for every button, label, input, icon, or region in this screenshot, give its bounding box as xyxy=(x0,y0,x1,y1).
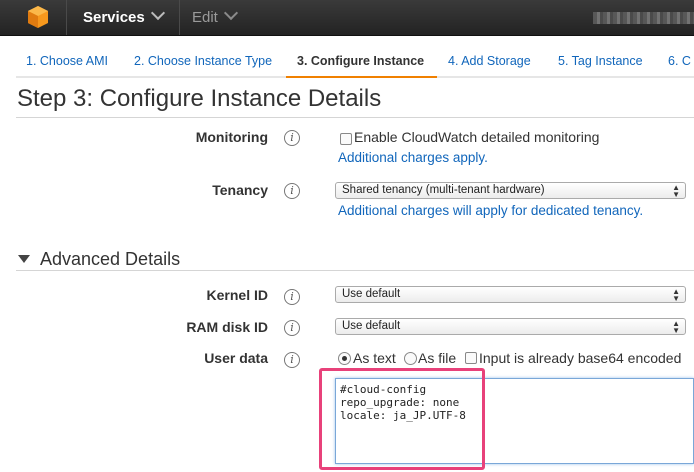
select-arrows-icon: ▲ ▼ xyxy=(672,319,680,335)
user-data-label: User data xyxy=(204,350,268,366)
kernel-id-label: Kernel ID xyxy=(206,287,268,303)
info-icon[interactable]: i xyxy=(284,320,300,336)
chevron-down-icon xyxy=(150,5,165,21)
tab-choose-instance-type[interactable]: 2. Choose Instance Type xyxy=(124,46,286,78)
kernel-id-select[interactable]: Use default ▲ ▼ xyxy=(335,286,686,303)
ram-disk-id-select[interactable]: Use default ▲ ▼ xyxy=(335,318,686,335)
advanced-details-toggle[interactable]: Advanced Details xyxy=(18,249,180,270)
select-arrows-icon: ▲ ▼ xyxy=(672,183,680,199)
account-name-redacted[interactable] xyxy=(593,12,694,24)
user-data-textarea[interactable]: #cloud-config repo_upgrade: none locale:… xyxy=(335,378,694,464)
kernel-id-selected-value: Use default xyxy=(342,288,401,300)
info-icon[interactable]: i xyxy=(284,183,300,199)
services-label: Services xyxy=(83,9,145,26)
tab-next-step[interactable]: 6. C xyxy=(658,46,694,78)
tab-tag-instance[interactable]: 5. Tag Instance xyxy=(547,46,658,78)
disclosure-triangle-icon xyxy=(18,255,30,263)
top-nav-bar: Services Edit xyxy=(0,0,694,36)
wizard-steps: 1. Choose AMI 2. Choose Instance Type 3.… xyxy=(0,46,694,78)
tab-add-storage[interactable]: 4. Add Storage xyxy=(437,46,548,78)
ram-disk-id-selected-value: Use default xyxy=(342,320,401,332)
services-menu[interactable]: Services xyxy=(83,5,165,26)
tab-configure-instance[interactable]: 3. Configure Instance xyxy=(286,46,439,78)
cloudwatch-monitoring-label: Enable CloudWatch detailed monitoring xyxy=(354,129,600,145)
tenancy-selected-value: Shared tenancy (multi-tenant hardware) xyxy=(342,184,545,196)
tenancy-charges-link[interactable]: Additional charges will apply for dedica… xyxy=(338,203,643,218)
edit-label: Edit xyxy=(192,9,218,26)
edit-menu[interactable]: Edit xyxy=(192,5,238,26)
nav-divider xyxy=(179,0,180,35)
info-icon[interactable]: i xyxy=(284,130,300,146)
cloudwatch-monitoring-checkbox[interactable] xyxy=(340,133,352,145)
base64-encoded-label: Input is already base64 encoded xyxy=(479,350,682,366)
aws-logo-icon[interactable] xyxy=(27,5,49,29)
title-divider xyxy=(16,117,694,118)
advanced-divider xyxy=(16,270,694,271)
monitoring-label: Monitoring xyxy=(195,129,268,145)
select-arrows-icon: ▲ ▼ xyxy=(672,287,680,303)
chevron-down-icon xyxy=(223,5,238,21)
user-data-as-file-label: As file xyxy=(418,350,457,366)
tab-choose-ami[interactable]: 1. Choose AMI xyxy=(16,46,128,78)
advanced-details-heading: Advanced Details xyxy=(40,249,181,269)
tenancy-select[interactable]: Shared tenancy (multi-tenant hardware) ▲… xyxy=(335,182,686,199)
info-icon[interactable]: i xyxy=(284,352,300,368)
info-icon[interactable]: i xyxy=(284,289,300,305)
user-data-as-text-label: As text xyxy=(353,350,396,366)
user-data-as-file-radio[interactable] xyxy=(404,352,417,365)
tenancy-label: Tenancy xyxy=(212,182,268,198)
user-data-as-text-radio[interactable] xyxy=(338,352,351,365)
nav-divider xyxy=(66,0,67,35)
ram-disk-id-label: RAM disk ID xyxy=(186,319,268,335)
page-title: Step 3: Configure Instance Details xyxy=(17,85,382,112)
base64-encoded-checkbox[interactable] xyxy=(465,352,477,364)
monitoring-charges-link[interactable]: Additional charges apply. xyxy=(338,150,488,165)
